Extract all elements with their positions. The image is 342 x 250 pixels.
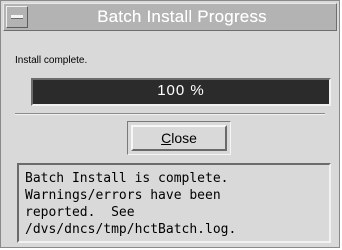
close-mnemonic: C	[161, 130, 172, 146]
title-bar[interactable]: Batch Install Progress	[3, 3, 337, 31]
message-text-area[interactable]: Batch Install is complete. Warnings/erro…	[17, 163, 331, 243]
separator	[15, 113, 325, 115]
message-line: /dvs/dncs/tmp/hctBatch.log.	[25, 222, 237, 237]
window-menu-icon	[11, 15, 23, 19]
progress-bar: 100 %	[31, 78, 331, 106]
message-line: Batch Install is complete.	[25, 171, 229, 186]
batch-install-progress-dialog: Batch Install Progress Install complete.…	[0, 0, 340, 248]
status-label: Install complete.	[15, 55, 88, 66]
close-button[interactable]: Close	[131, 125, 227, 151]
window-menu-button[interactable]	[6, 6, 28, 28]
close-label-rest: lose	[171, 130, 197, 146]
default-button-frame: Close	[127, 121, 231, 155]
window-title: Batch Install Progress	[97, 7, 267, 26]
message-line: Warnings/errors have been	[25, 188, 221, 203]
message-line: reported. See	[25, 205, 135, 220]
progress-percent: 100 %	[157, 82, 205, 99]
